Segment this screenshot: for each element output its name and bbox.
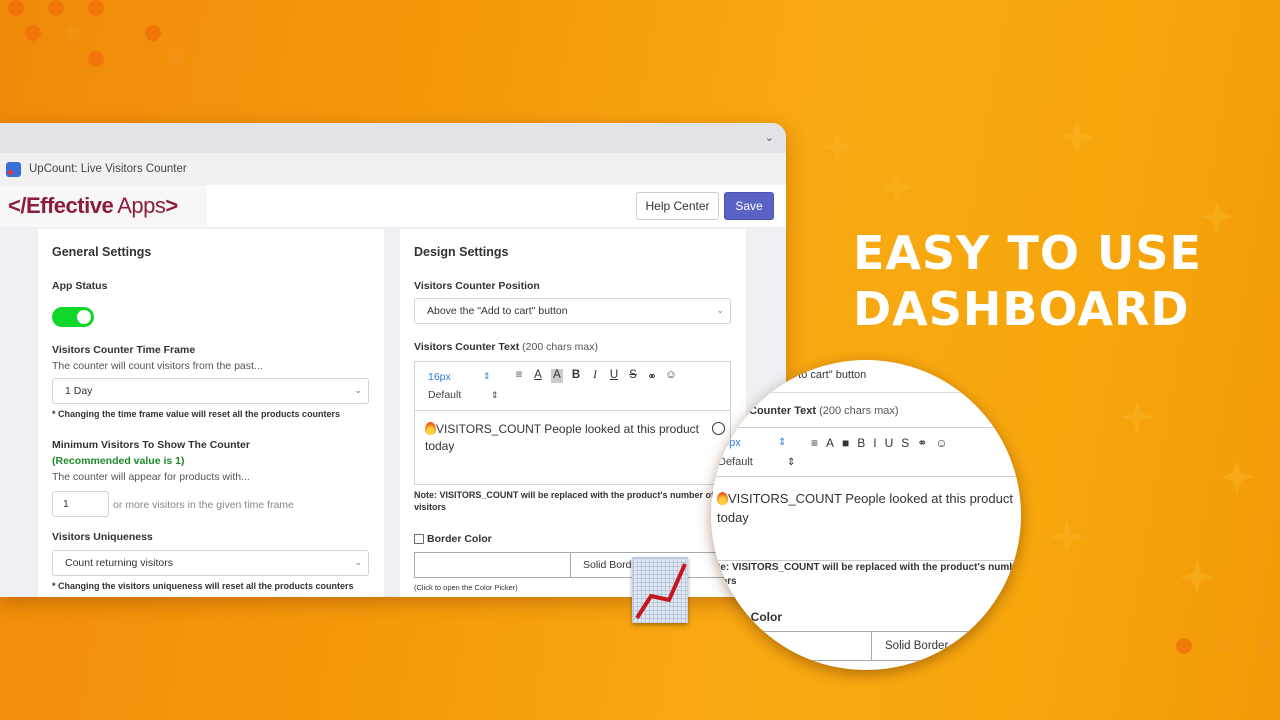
sort-arrows-icon: ⇕ — [778, 437, 787, 448]
logo-word-apps: Apps — [117, 193, 166, 218]
magnifier-zoom-view: d to cart" button Counter Text (200 char… — [711, 360, 1021, 670]
app-title: UpCount: Live Visitors Counter — [29, 163, 187, 175]
time-frame-hint: * Changing the time frame value will res… — [52, 409, 341, 419]
position-select[interactable]: Above the "Add to cart" button ⌄ — [414, 298, 731, 324]
counter-text-label-suffix: (200 chars max) — [522, 341, 598, 353]
magnified-content-line1: VISITORS_COUNT People looked at this pro… — [717, 491, 1013, 506]
emoji-icon[interactable]: ☺ — [665, 369, 677, 383]
uniqueness-label: Visitors Uniqueness — [52, 531, 153, 543]
logo-bracket-close: > — [165, 193, 178, 218]
logo-bracket-open: </ — [8, 193, 26, 218]
headline-line-2: DASHBOARD — [853, 282, 1190, 336]
sort-arrows-icon: ⇕ — [483, 371, 491, 381]
fire-emoji-icon — [425, 422, 436, 435]
fire-emoji-icon — [717, 492, 728, 505]
app-icon — [6, 161, 21, 177]
general-settings-title: General Settings — [52, 245, 152, 259]
font-size-select[interactable]: 16px — [428, 371, 451, 383]
magnified-content-text: VISITORS_COUNT People looked at this pro… — [728, 491, 1013, 506]
sort-arrows-icon: ⇕ — [491, 390, 499, 400]
magnified-border-label: er Color — [736, 610, 783, 624]
border-color-checkbox[interactable] — [414, 534, 424, 544]
color-picker-swatch[interactable] — [415, 553, 571, 577]
magnified-position-value: d to cart" button — [789, 369, 867, 381]
counter-text-label: Visitors Counter Text (200 chars max) — [414, 341, 598, 353]
magnified-note-line2: ors — [721, 576, 737, 587]
editor-toolbar: 16px ⇕ Default ⇕ ≡ A A B I U S ⚭ ☺ — [415, 362, 730, 411]
general-settings-panel: General Settings App Status Visitors Cou… — [38, 229, 384, 597]
min-visitors-suffix: or more visitors in the given time frame — [113, 499, 294, 511]
save-button[interactable]: Save — [724, 192, 774, 220]
border-color-label: Border Color — [427, 533, 492, 545]
design-settings-panel: Design Settings Visitors Counter Positio… — [400, 229, 746, 597]
link-icon[interactable]: ⚭ — [646, 369, 658, 383]
counter-text-note: Note: VISITORS_COUNT will be replaced wi… — [414, 490, 715, 512]
app-header: </ Effective Apps > Help Center Save — [0, 185, 786, 227]
chevron-down-icon: ⌄ — [716, 305, 724, 315]
magnified-note-line1: te: VISITORS_COUNT will be replaced with… — [717, 562, 1021, 573]
min-visitors-label: Minimum Visitors To Show The Counter — [52, 439, 250, 451]
magnified-toolbar-icons: ≡A■BIUS⚭☺ — [811, 436, 956, 450]
app-title-bar: UpCount: Live Visitors Counter — [0, 153, 786, 185]
text-color-icon[interactable]: A — [532, 369, 544, 383]
position-value: Above the "Add to cart" button — [427, 305, 568, 317]
align-icon[interactable]: ≡ — [513, 369, 525, 383]
counter-text-editor: 16px ⇕ Default ⇕ ≡ A A B I U S ⚭ ☺ VISIT… — [414, 361, 731, 485]
magnified-font-family: Default — [718, 456, 753, 468]
color-picker-hint: (Click to open the Color Picker) — [414, 583, 518, 592]
italic-icon[interactable]: I — [589, 369, 601, 383]
position-label: Visitors Counter Position — [414, 280, 540, 292]
tab-strip: ⌄ — [0, 123, 786, 153]
app-status-label: App Status — [52, 280, 108, 292]
uniqueness-value: Count returning visitors — [65, 557, 173, 569]
time-frame-label: Visitors Counter Time Frame — [52, 344, 196, 356]
chevron-down-icon[interactable]: ⌄ — [765, 131, 774, 144]
headline-line-1: EASY TO USE — [853, 226, 1202, 280]
counter-text-label-main: Visitors Counter Text — [414, 341, 520, 353]
magnified-content-line2: today — [717, 510, 749, 525]
chart-line — [635, 563, 687, 620]
help-center-button[interactable]: Help Center — [636, 192, 719, 220]
settings-content: General Settings App Status Visitors Cou… — [0, 227, 786, 597]
smiley-emoji-icon — [712, 422, 725, 435]
magnified-text-label-main: Counter Text — [749, 405, 817, 417]
chevron-down-icon: ⌄ — [354, 557, 362, 567]
magnified-border-style: Solid Border — [885, 640, 949, 652]
chevron-down-icon: ⌄ — [354, 385, 362, 395]
time-frame-value: 1 Day — [65, 385, 93, 397]
border-style-select[interactable]: Solid Border — [571, 553, 641, 577]
underline-icon[interactable]: U — [608, 369, 620, 383]
sort-arrows-icon: ⇕ — [787, 457, 796, 468]
border-color-row: Border Color — [414, 533, 492, 545]
app-status-toggle[interactable] — [52, 307, 94, 327]
strikethrough-icon[interactable]: S — [627, 369, 639, 383]
browser-window: ⌄ UpCount: Live Visitors Counter </ Effe… — [0, 123, 786, 597]
chart-increasing-icon — [632, 557, 688, 623]
logo: </ Effective Apps > — [0, 185, 207, 227]
editor-text: VISITORS_COUNT People looked at this pro… — [425, 422, 700, 453]
min-visitors-description: The counter will appear for products wit… — [52, 471, 250, 483]
bold-icon[interactable]: B — [570, 369, 582, 383]
time-frame-description: The counter will count visitors from the… — [52, 360, 263, 372]
promo-headline: EASY TO USE DASHBOARD — [853, 225, 1202, 337]
editor-content[interactable]: VISITORS_COUNT People looked at this pro… — [415, 411, 730, 465]
highlight-icon[interactable]: A — [551, 369, 563, 383]
time-frame-select[interactable]: 1 Day ⌄ — [52, 378, 369, 404]
uniqueness-hint: * Changing the visitors uniqueness will … — [52, 581, 354, 591]
min-visitors-input[interactable]: 1 — [52, 491, 109, 517]
magnified-font-size: 6px — [723, 437, 741, 449]
magnified-text-label: Counter Text (200 chars max) — [749, 405, 899, 417]
magnified-text-label-suffix: (200 chars max) — [819, 405, 899, 417]
uniqueness-select[interactable]: Count returning visitors ⌄ — [52, 550, 369, 576]
min-visitors-recommended: (Recommended value is 1) — [52, 455, 185, 467]
logo-word-effective: Effective — [25, 193, 114, 218]
font-family-select[interactable]: Default — [428, 389, 461, 401]
design-settings-title: Design Settings — [414, 245, 509, 259]
